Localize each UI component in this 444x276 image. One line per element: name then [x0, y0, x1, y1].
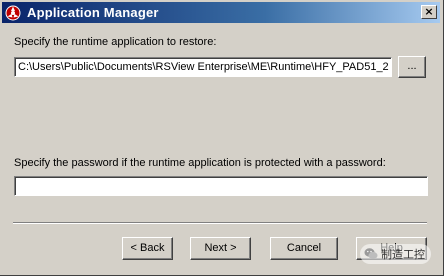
window-title: Application Manager: [27, 5, 159, 20]
wechat-icon: [364, 247, 378, 261]
close-button[interactable]: ×: [421, 5, 437, 19]
back-button[interactable]: < Back: [122, 237, 173, 260]
restore-label: Specify the runtime application to resto…: [14, 36, 217, 48]
close-icon: ×: [424, 5, 434, 18]
password-label: Specify the password if the runtime appl…: [14, 157, 386, 169]
watermark-text: 制造工控: [381, 249, 425, 261]
watermark: 制造工控: [360, 244, 431, 264]
password-field[interactable]: [14, 176, 428, 196]
app-manager-icon: [5, 5, 21, 21]
browse-button[interactable]: ...: [398, 56, 426, 78]
application-manager-dialog: Application Manager × Specify the runtim…: [0, 0, 444, 276]
next-button[interactable]: Next >: [190, 237, 251, 260]
title-bar[interactable]: Application Manager ×: [2, 2, 440, 23]
separator: [13, 222, 427, 224]
runtime-path-field[interactable]: C:\Users\Public\Documents\RSView Enterpr…: [14, 57, 392, 77]
cancel-button[interactable]: Cancel: [270, 237, 338, 260]
